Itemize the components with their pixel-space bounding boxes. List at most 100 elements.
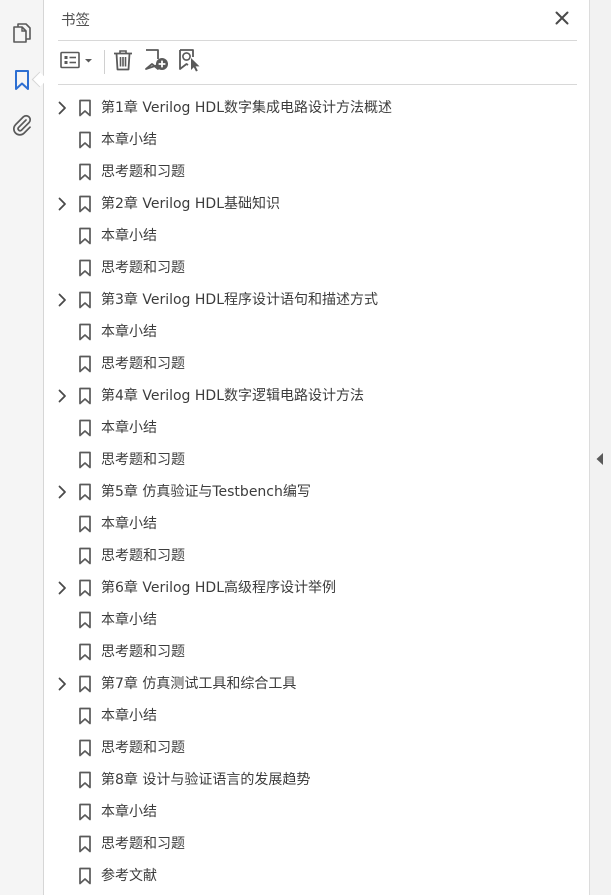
bookmark-label[interactable]: 第6章 Verilog HDL高级程序设计举例: [101, 578, 336, 598]
bookmark-icon: [78, 867, 92, 885]
chevron-right-icon[interactable]: [56, 101, 68, 115]
chevron-right-icon[interactable]: [56, 389, 68, 403]
page-thumbnails-button[interactable]: [9, 20, 35, 46]
bookmark-item[interactable]: 思考题和习题: [44, 156, 589, 188]
bookmark-label[interactable]: 第1章 Verilog HDL数字集成电路设计方法概述: [101, 98, 392, 118]
bookmark-item[interactable]: 第1章 Verilog HDL数字集成电路设计方法概述: [44, 92, 589, 124]
bookmark-label[interactable]: 思考题和习题: [101, 162, 185, 182]
bookmark-label[interactable]: 第7章 仿真测试工具和综合工具: [101, 674, 296, 694]
bookmark-icon: [78, 99, 92, 117]
chevron-right-icon[interactable]: [56, 293, 68, 307]
bookmark-label[interactable]: 本章小结: [101, 226, 157, 246]
bookmark-item[interactable]: 本章小结: [44, 508, 589, 540]
toolbar-divider: [58, 84, 577, 85]
bookmark-icon: [78, 451, 92, 469]
bookmark-label[interactable]: 思考题和习题: [101, 642, 185, 662]
bookmark-item[interactable]: 第5章 仿真验证与Testbench编写: [44, 476, 589, 508]
bookmark-icon: [78, 835, 92, 853]
bookmark-item[interactable]: 思考题和习题: [44, 732, 589, 764]
left-navigation-rail: [0, 0, 44, 895]
bookmark-item[interactable]: 思考题和习题: [44, 252, 589, 284]
panel-title: 书签: [61, 13, 90, 29]
bookmark-label[interactable]: 本章小结: [101, 418, 157, 438]
bookmark-item[interactable]: 本章小结: [44, 220, 589, 252]
bookmark-icon: [78, 643, 92, 661]
bookmark-label[interactable]: 第4章 Verilog HDL数字逻辑电路设计方法: [101, 386, 364, 406]
paperclip-icon: [11, 114, 33, 136]
bookmark-icon: [78, 579, 92, 597]
bookmark-label[interactable]: 思考题和习题: [101, 354, 185, 374]
chevron-right-icon[interactable]: [56, 581, 68, 595]
bookmark-item[interactable]: 参考文献: [44, 860, 589, 892]
bookmark-label[interactable]: 参考文献: [101, 866, 157, 886]
attachments-button[interactable]: [9, 112, 35, 138]
bookmark-icon: [78, 355, 92, 373]
bookmark-label[interactable]: 本章小结: [101, 130, 157, 150]
panel-splitter[interactable]: [589, 0, 611, 895]
chevron-right-icon[interactable]: [56, 197, 68, 211]
bookmark-icon: [14, 69, 30, 91]
bookmark-icon: [78, 515, 92, 533]
bookmark-icon: [78, 419, 92, 437]
options-menu-button[interactable]: [60, 48, 96, 76]
chevron-right-icon[interactable]: [56, 677, 68, 691]
bookmark-label[interactable]: 思考题和习题: [101, 450, 185, 470]
bookmark-item[interactable]: 本章小结: [44, 604, 589, 636]
bookmark-label[interactable]: 本章小结: [101, 610, 157, 630]
bookmark-item[interactable]: 思考题和习题: [44, 828, 589, 860]
bookmark-icon: [78, 195, 92, 213]
bookmark-item[interactable]: 本章小结: [44, 124, 589, 156]
bookmark-item[interactable]: 思考题和习题: [44, 348, 589, 380]
bookmark-label[interactable]: 第5章 仿真验证与Testbench编写: [101, 482, 311, 502]
delete-bookmark-button[interactable]: [112, 48, 134, 76]
bookmarks-panel: 书签 第1章 Verilog HDL数字集成电路设计方法概述 本章小结 思考题和…: [44, 0, 589, 895]
bookmark-icon: [78, 739, 92, 757]
bookmark-item[interactable]: 第8章 设计与验证语言的发展趋势: [44, 764, 589, 796]
bookmark-icon: [78, 707, 92, 725]
bookmark-item[interactable]: 本章小结: [44, 796, 589, 828]
bookmark-label[interactable]: 第3章 Verilog HDL程序设计语句和描述方式: [101, 290, 378, 310]
new-bookmark-button[interactable]: [144, 48, 170, 76]
close-icon: [555, 10, 569, 29]
bookmark-label[interactable]: 本章小结: [101, 706, 157, 726]
bookmark-label[interactable]: 本章小结: [101, 514, 157, 534]
bookmark-item[interactable]: 本章小结: [44, 316, 589, 348]
toolbar-separator: [104, 50, 105, 74]
find-bookmark-icon: [178, 48, 204, 76]
trash-icon: [113, 49, 133, 75]
bookmark-icon: [78, 547, 92, 565]
bookmark-item[interactable]: 第2章 Verilog HDL基础知识: [44, 188, 589, 220]
bookmark-icon: [78, 611, 92, 629]
bookmark-icon: [78, 323, 92, 341]
bookmark-label[interactable]: 思考题和习题: [101, 834, 185, 854]
bookmark-label[interactable]: 第2章 Verilog HDL基础知识: [101, 194, 280, 214]
bookmark-icon: [78, 131, 92, 149]
bookmark-item[interactable]: 第6章 Verilog HDL高级程序设计举例: [44, 572, 589, 604]
bookmark-icon: [78, 227, 92, 245]
bookmark-item[interactable]: 本章小结: [44, 412, 589, 444]
bookmark-label[interactable]: 第8章 设计与验证语言的发展趋势: [101, 770, 310, 790]
bookmarks-panel-button[interactable]: [9, 67, 35, 93]
bookmark-icon: [78, 291, 92, 309]
bookmark-label[interactable]: 思考题和习题: [101, 546, 185, 566]
bookmark-icon: [78, 675, 92, 693]
bookmark-icon: [78, 259, 92, 277]
bookmark-item[interactable]: 思考题和习题: [44, 444, 589, 476]
bookmark-tree: 第1章 Verilog HDL数字集成电路设计方法概述 本章小结 思考题和习题 第2章…: [44, 92, 589, 892]
bookmark-item[interactable]: 第4章 Verilog HDL数字逻辑电路设计方法: [44, 380, 589, 412]
bookmark-item[interactable]: 思考题和习题: [44, 636, 589, 668]
find-current-bookmark-button[interactable]: [178, 48, 204, 76]
bookmark-label[interactable]: 本章小结: [101, 802, 157, 822]
header-divider: [58, 40, 577, 41]
chevron-right-icon[interactable]: [56, 485, 68, 499]
bookmark-item[interactable]: 第7章 仿真测试工具和综合工具: [44, 668, 589, 700]
bookmark-icon: [78, 803, 92, 821]
bookmark-label[interactable]: 本章小结: [101, 322, 157, 342]
bookmark-label[interactable]: 思考题和习题: [101, 258, 185, 278]
bookmark-item[interactable]: 思考题和习题: [44, 540, 589, 572]
collapse-arrow-icon[interactable]: [596, 450, 604, 465]
close-panel-button[interactable]: [552, 9, 572, 29]
bookmark-item[interactable]: 本章小结: [44, 700, 589, 732]
bookmark-item[interactable]: 第3章 Verilog HDL程序设计语句和描述方式: [44, 284, 589, 316]
bookmark-label[interactable]: 思考题和习题: [101, 738, 185, 758]
